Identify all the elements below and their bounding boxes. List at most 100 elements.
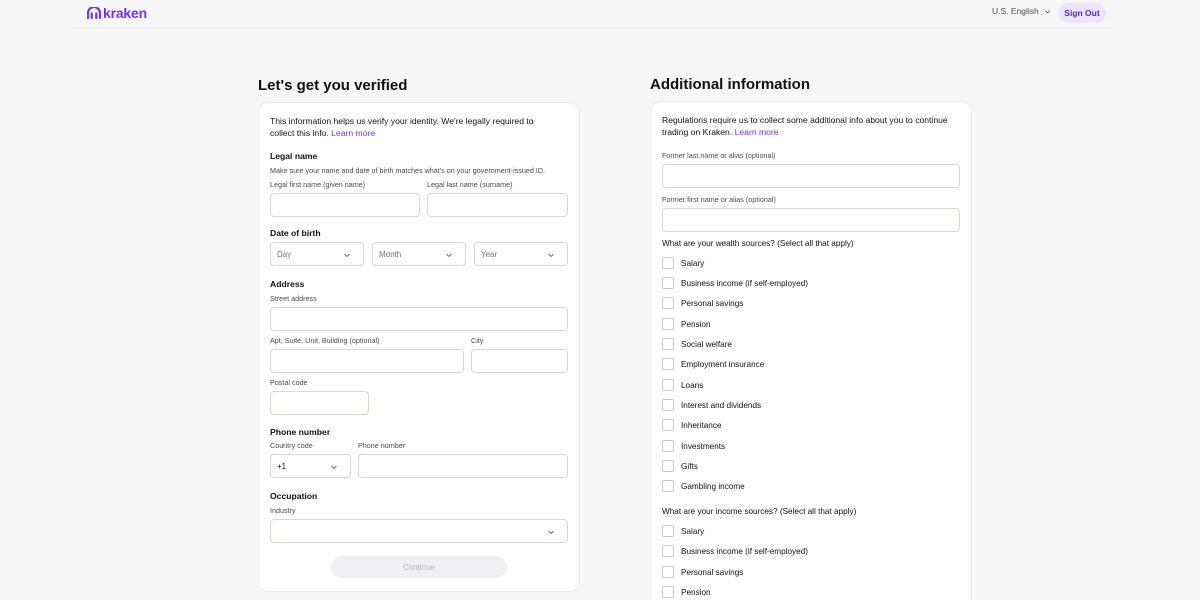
additional-learn-more-link[interactable]: Learn more (735, 127, 779, 137)
income-option-label: Pension (681, 588, 711, 597)
former-last-label: Former last name or alias (optional) (662, 151, 775, 160)
additional-title: Additional information (650, 76, 810, 93)
first-name-input[interactable] (270, 193, 420, 217)
last-name-input[interactable] (427, 193, 568, 217)
occupation-heading: Occupation (270, 491, 317, 501)
wealth-option-label: Business income (if self-employed) (681, 279, 808, 288)
checkbox[interactable] (662, 297, 674, 309)
address-heading: Address (270, 279, 304, 289)
checkbox[interactable] (662, 338, 674, 350)
wealth-option-label: Inheritance (681, 421, 722, 430)
wealth-option[interactable]: Investments (662, 439, 725, 453)
checkbox[interactable] (662, 419, 674, 431)
street-input[interactable] (270, 307, 568, 331)
city-label: City (471, 336, 483, 345)
checkbox[interactable] (662, 586, 674, 598)
wealth-option-label: Gambling income (681, 482, 745, 491)
checkbox[interactable] (662, 358, 674, 370)
verify-intro: This information helps us verify your id… (270, 115, 560, 139)
income-option-label: Personal savings (681, 568, 743, 577)
income-option[interactable]: Salary (662, 524, 704, 538)
last-name-label: Legal last name (surname) (427, 180, 513, 189)
logo-text: kraken (103, 5, 147, 21)
income-option-label: Salary (681, 527, 704, 536)
checkbox[interactable] (662, 277, 674, 289)
apt-input[interactable] (270, 349, 464, 373)
phone-heading: Phone number (270, 427, 330, 437)
first-name-label: Legal first name (given name) (270, 180, 365, 189)
dob-day-value: Day (277, 250, 291, 259)
wealth-option[interactable]: Gambling income (662, 479, 745, 493)
wealth-option[interactable]: Social welfare (662, 337, 732, 351)
income-option-label: Business income (if self-employed) (681, 547, 808, 556)
dob-day-select[interactable]: Day (270, 242, 364, 266)
language-selector[interactable]: U.S. English (992, 6, 1051, 16)
wealth-option[interactable]: Gifts (662, 459, 698, 473)
legal-name-heading: Legal name (270, 151, 317, 161)
former-last-input[interactable] (662, 164, 960, 188)
chevron-down-icon (445, 251, 453, 259)
income-option[interactable]: Personal savings (662, 565, 743, 579)
sign-out-button[interactable]: Sign Out (1058, 3, 1106, 23)
dob-month-value: Month (379, 250, 401, 259)
additional-intro-text: Regulations require us to collect some a… (662, 115, 948, 137)
former-first-label: Former first name or alias (optional) (662, 195, 776, 204)
checkbox[interactable] (662, 379, 674, 391)
checkbox[interactable] (662, 440, 674, 452)
wealth-option-label: Interest and dividends (681, 401, 761, 410)
checkbox[interactable] (662, 566, 674, 578)
wealth-option[interactable]: Loans (662, 378, 703, 392)
city-input[interactable] (471, 349, 568, 373)
wealth-option[interactable]: Pension (662, 317, 711, 331)
continue-button[interactable]: Continue (331, 556, 507, 578)
checkbox[interactable] (662, 545, 674, 557)
dob-year-value: Year (481, 250, 497, 259)
country-code-label: Country code (270, 441, 313, 450)
wealth-option[interactable]: Inheritance (662, 418, 722, 432)
street-label: Street address (270, 294, 317, 303)
former-first-input[interactable] (662, 208, 960, 232)
phone-number-label: Phone number (358, 441, 405, 450)
verify-title: Let's get you verified (258, 77, 407, 94)
wealth-option-label: Personal savings (681, 299, 743, 308)
checkbox[interactable] (662, 318, 674, 330)
wealth-option[interactable]: Business income (if self-employed) (662, 276, 808, 290)
wealth-option-label: Gifts (681, 462, 698, 471)
wealth-option[interactable]: Employment insurance (662, 357, 764, 371)
dob-month-select[interactable]: Month (372, 242, 466, 266)
country-code-value: +1 (277, 462, 286, 471)
wealth-option[interactable]: Salary (662, 256, 704, 270)
checkbox[interactable] (662, 460, 674, 472)
checkbox[interactable] (662, 257, 674, 269)
kraken-logo-icon (87, 7, 101, 19)
industry-select[interactable] (270, 519, 568, 543)
postal-label: Postal code (270, 378, 308, 387)
wealth-option-label: Investments (681, 442, 725, 451)
wealth-option-label: Pension (681, 320, 711, 329)
verify-learn-more-link[interactable]: Learn more (331, 128, 375, 138)
dob-heading: Date of birth (270, 228, 321, 238)
postal-input[interactable] (270, 391, 369, 415)
additional-intro: Regulations require us to collect some a… (662, 114, 952, 138)
country-code-select[interactable]: +1 (270, 454, 351, 478)
wealth-option[interactable]: Personal savings (662, 296, 743, 310)
checkbox[interactable] (662, 525, 674, 537)
income-option[interactable]: Business income (if self-employed) (662, 544, 808, 558)
chevron-down-icon (547, 251, 555, 259)
wealth-option[interactable]: Interest and dividends (662, 398, 761, 412)
income-option[interactable]: Pension (662, 585, 711, 599)
wealth-option-label: Salary (681, 259, 704, 268)
industry-label: Industry (270, 506, 296, 515)
chevron-down-icon (343, 251, 351, 259)
wealth-option-label: Social welfare (681, 340, 732, 349)
wealth-question: What are your wealth sources? (Select al… (662, 239, 854, 248)
kraken-logo[interactable]: kraken (87, 5, 147, 21)
chevron-down-icon (547, 528, 555, 536)
apt-label: Apt, Suite, Unit, Building (optional) (270, 336, 379, 345)
chevron-down-icon (330, 463, 338, 471)
income-question: What are your income sources? (Select al… (662, 507, 856, 516)
checkbox[interactable] (662, 480, 674, 492)
dob-year-select[interactable]: Year (474, 242, 568, 266)
checkbox[interactable] (662, 399, 674, 411)
phone-number-input[interactable] (358, 454, 568, 478)
